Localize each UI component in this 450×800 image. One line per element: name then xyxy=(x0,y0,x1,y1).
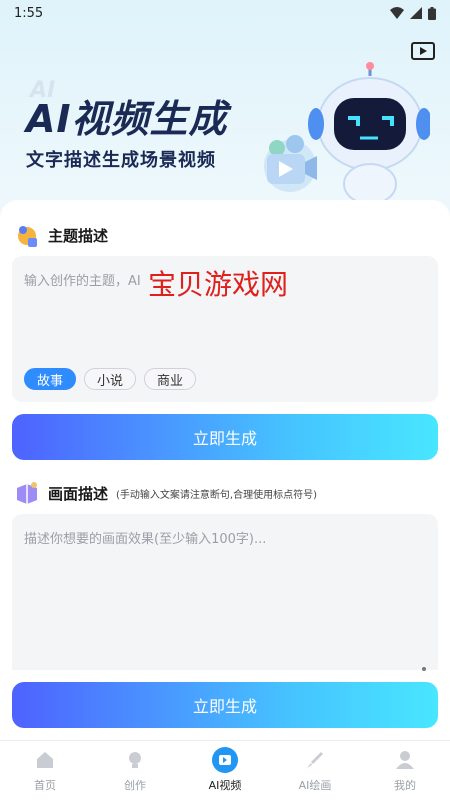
generate-button-topic[interactable]: 立即生成 xyxy=(12,414,438,460)
status-time: 1:55 xyxy=(14,5,44,21)
hero-banner: 1:55 AI AI视频生成 文字描述生成场景视频 xyxy=(0,0,450,230)
chip-story[interactable]: 故事 xyxy=(24,368,77,390)
tab-ai-video[interactable]: AI视频 xyxy=(180,741,270,800)
tab-home-label: 首页 xyxy=(34,779,56,792)
scene-section-header: 画面描述 (手动输入文案请注意断句,合理使用标点符号) xyxy=(14,480,317,506)
video-icon xyxy=(212,747,238,773)
scene-placeholder: 描述你想要的画面效果(至少输入100字)... xyxy=(24,532,267,547)
brush-icon xyxy=(302,747,328,773)
topic-placeholder: 输入创作的主题，AI xyxy=(24,274,141,289)
scroll-indicator xyxy=(422,667,426,671)
tab-home[interactable]: 首页 xyxy=(0,741,90,800)
generate-button-scene[interactable]: 立即生成 xyxy=(12,682,438,728)
hero-title: AI视频生成 xyxy=(26,97,228,141)
topic-chips: 故事 小说 商业 xyxy=(24,368,197,390)
tab-ai-paint[interactable]: AI绘画 xyxy=(270,741,360,800)
signal-icon xyxy=(410,7,422,19)
tab-mine-label: 我的 xyxy=(394,779,416,792)
hero-subtitle: 文字描述生成场景视频 xyxy=(26,150,216,171)
tab-create[interactable]: 创作 xyxy=(90,741,180,800)
bottom-tab-bar: 首页 创作 AI视频 AI绘画 我的 xyxy=(0,740,450,800)
scene-book-icon xyxy=(17,482,37,504)
tab-mine[interactable]: 我的 xyxy=(360,741,450,800)
bulb-icon xyxy=(122,747,148,773)
topic-section-header: 主题描述 xyxy=(14,222,108,248)
status-bar: 1:55 xyxy=(0,0,450,26)
battery-icon xyxy=(428,6,436,20)
video-history-icon[interactable] xyxy=(410,40,436,62)
wifi-icon xyxy=(390,7,404,19)
scene-title: 画面描述 xyxy=(48,484,109,503)
home-icon xyxy=(32,747,58,773)
topic-mascot-icon xyxy=(18,226,37,247)
tab-create-label: 创作 xyxy=(124,779,146,792)
scene-input[interactable]: 描述你想要的画面效果(至少输入100字)... xyxy=(12,514,438,670)
chip-business[interactable]: 商业 xyxy=(144,368,197,390)
scene-hint: (手动输入文案请注意断句,合理使用标点符号) xyxy=(116,489,317,501)
tab-ai-paint-label: AI绘画 xyxy=(298,779,332,792)
robot-mascot-illustration xyxy=(308,62,430,211)
watermark-text: 宝贝游戏网 xyxy=(148,268,289,301)
user-icon xyxy=(392,747,418,773)
tab-ai-video-label: AI视频 xyxy=(208,779,242,792)
chip-novel[interactable]: 小说 xyxy=(84,368,137,390)
topic-title: 主题描述 xyxy=(48,226,109,245)
